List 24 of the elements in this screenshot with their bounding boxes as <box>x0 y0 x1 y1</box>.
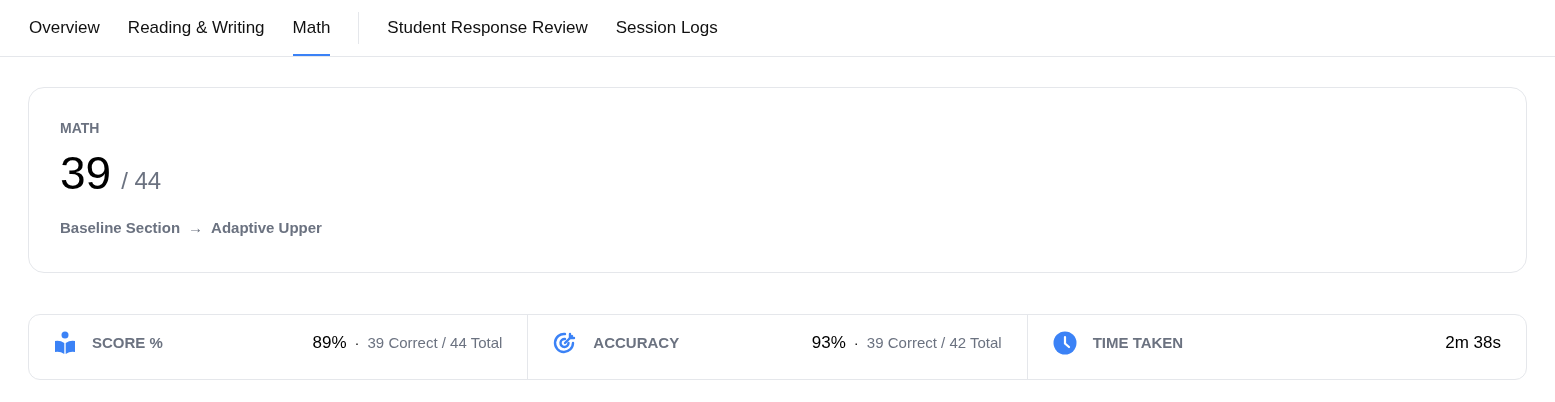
path-step: Adaptive Upper <box>211 217 322 240</box>
section-title: MATH <box>60 119 100 138</box>
metric-label: SCORE % <box>92 332 163 353</box>
arrow-icon: → <box>188 217 204 240</box>
separator: · <box>354 332 360 353</box>
score-total: / 44 <box>121 166 162 196</box>
tab[interactable]: Overview <box>29 0 100 56</box>
score-value: 39 <box>60 146 112 201</box>
metric-value: 2m 38s <box>1445 332 1501 355</box>
path-step: Baseline Section <box>60 217 181 240</box>
separator: · <box>853 332 859 353</box>
metric-detail: 39 Correct / 42 Total <box>866 332 1002 353</box>
tab[interactable]: Student Response Review <box>387 0 588 56</box>
metric-label: ACCURACY <box>593 332 680 353</box>
tab[interactable]: Session Logs <box>615 0 718 56</box>
tab[interactable]: Reading & Writing <box>127 0 265 56</box>
tab[interactable]: Math <box>292 0 331 56</box>
metric-value: 89% <box>312 332 347 355</box>
metric-value: 93% <box>811 332 846 355</box>
metric-label: TIME TAKEN <box>1092 332 1184 353</box>
metric-detail: 39 Correct / 44 Total <box>367 332 503 353</box>
person-reading-icon <box>54 331 76 355</box>
clock-icon <box>1052 331 1077 355</box>
target-icon <box>553 331 578 355</box>
